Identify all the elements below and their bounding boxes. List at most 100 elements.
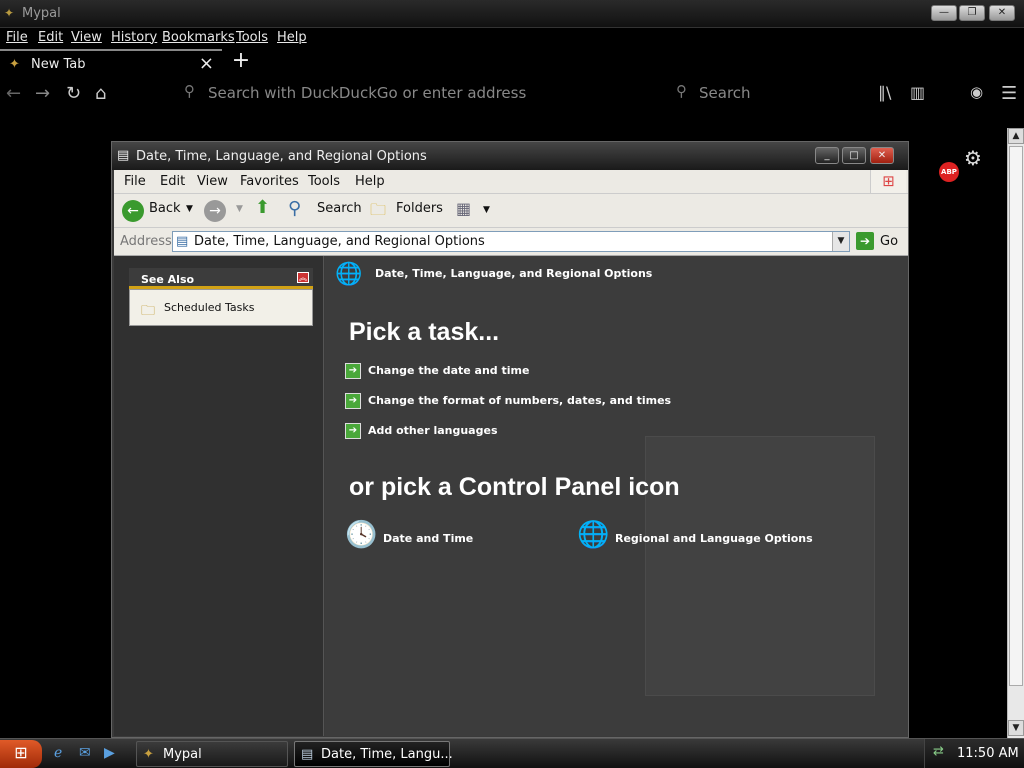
scheduled-tasks-link[interactable]: Scheduled Tasks [164, 301, 255, 314]
globe-calendar-icon: 🌐 [335, 262, 363, 287]
search-bar-icon: ⚲ [676, 82, 687, 100]
explorer-close-button[interactable]: ✕ [870, 147, 894, 164]
adblock-icon[interactable]: ABP [939, 162, 959, 182]
taskbar-mypal-button[interactable]: ✦ Mypal [136, 741, 288, 767]
menu-bookmarks[interactable]: Bookmarks [162, 30, 235, 45]
folders-icon: 🗀 [370, 200, 387, 219]
explorer-menubar: File Edit View Favorites Tools Help ⊞ [114, 170, 908, 194]
explorer-toolbar: ← Back ▼ → ▼ ⬆ ⚲ Search 🗀 Folders ▦ ▼ [114, 194, 908, 228]
see-also-header: See Also [129, 268, 313, 289]
main-content: 🌐 Date, Time, Language, and Regional Opt… [325, 256, 908, 736]
explorer-maximize-button[interactable]: □ [842, 147, 866, 164]
clock[interactable]: 11:50 AM [957, 746, 1019, 761]
views-icon[interactable]: ▦ [456, 199, 471, 218]
windows-logo-icon: ⊞ [870, 170, 906, 193]
reload-icon[interactable]: ↻ [66, 83, 81, 104]
tab-close-icon[interactable]: × [199, 53, 214, 74]
control-panel-heading: or pick a Control Panel icon [349, 473, 680, 501]
date-and-time-label: Date and Time [383, 532, 474, 545]
menu-edit[interactable]: Edit [38, 30, 63, 45]
xp-menu-edit[interactable]: Edit [160, 174, 185, 189]
browser-menubar: File Edit View History Bookmarks Tools H… [0, 28, 1024, 48]
see-also-body: 🗀 Scheduled Tasks [129, 289, 313, 326]
clock-calendar-icon: 🕓 [345, 520, 378, 550]
category-title: Date, Time, Language, and Regional Optio… [375, 267, 653, 280]
regional-language-label: Regional and Language Options [615, 532, 813, 545]
back-arrow-icon[interactable]: ← [6, 83, 21, 104]
xp-menu-favorites[interactable]: Favorites [240, 174, 299, 189]
minimize-button[interactable]: — [931, 5, 957, 21]
views-dropdown-icon[interactable]: ▼ [483, 205, 490, 215]
gear-icon[interactable]: ⚙ [964, 146, 982, 170]
left-task-pane: See Also ︽ 🗀 Scheduled Tasks [114, 256, 324, 736]
forward-circle-icon[interactable]: → [204, 200, 226, 222]
xp-menu-file[interactable]: File [124, 174, 146, 189]
search-icon: ⚲ [184, 82, 195, 100]
start-button[interactable]: ⊞ [0, 740, 42, 768]
privacy-mask-icon[interactable]: ◉ [970, 83, 983, 101]
menu-history[interactable]: History [111, 30, 157, 45]
scrollbar-thumb[interactable] [1009, 146, 1023, 686]
task-label: Change the date and time [368, 364, 530, 377]
system-tray: ⇄ 11:50 AM [924, 739, 1024, 768]
search-toolbar-icon: ⚲ [288, 198, 302, 219]
back-button[interactable]: Back [149, 201, 181, 216]
explorer-minimize-button[interactable]: _ [815, 147, 839, 164]
task-arrow-icon: ➔ [345, 363, 361, 379]
menu-view[interactable]: View [71, 30, 102, 45]
scroll-up-icon[interactable]: ▲ [1008, 128, 1024, 144]
address-bar: Address ▤ Date, Time, Language, and Regi… [114, 228, 908, 256]
explorer-window: ▤ Date, Time, Language, and Regional Opt… [111, 141, 909, 738]
mypal-logo-icon: ✦ [4, 6, 15, 20]
library-icon[interactable]: ∥\ [878, 83, 891, 102]
mypal-taskbar-icon: ✦ [143, 747, 154, 762]
url-placeholder: Search with DuckDuckGo or enter address [208, 84, 527, 102]
back-dropdown-icon[interactable]: ▼ [186, 204, 193, 214]
scroll-down-icon[interactable]: ▼ [1008, 720, 1024, 736]
hamburger-menu-icon[interactable]: ☰ [1001, 83, 1017, 104]
xp-menu-view[interactable]: View [197, 174, 228, 189]
tab-label: New Tab [31, 57, 86, 72]
see-also-panel: See Also ︽ 🗀 Scheduled Tasks [129, 268, 313, 328]
tab-new-tab[interactable]: ✦ New Tab × [0, 49, 222, 75]
browser-titlebar: ✦ Mypal — ❐ ✕ [0, 0, 1024, 28]
restore-button[interactable]: ❐ [959, 5, 985, 21]
menu-file[interactable]: File [6, 30, 28, 45]
regional-language-item[interactable]: 🌐 Regional and Language Options [577, 520, 837, 554]
collapse-icon[interactable]: ︽ [297, 272, 309, 283]
close-button[interactable]: ✕ [989, 5, 1015, 21]
network-icon[interactable]: ⇄ [933, 744, 944, 759]
control-panel-taskbar-icon: ▤ [301, 747, 314, 762]
outlook-icon[interactable]: ✉ [79, 745, 97, 763]
xp-menu-tools[interactable]: Tools [308, 174, 340, 189]
search-bar[interactable]: ⚲ Search [672, 80, 872, 106]
control-panel-icon: ▤ [117, 148, 130, 163]
ie-icon[interactable]: ℯ [54, 745, 72, 763]
address-dropdown-icon[interactable]: ▼ [832, 232, 849, 251]
address-folder-icon: ▤ [176, 234, 189, 249]
taskbar-control-panel-label: Date, Time, Langu... [321, 747, 453, 762]
back-circle-icon[interactable]: ← [122, 200, 144, 222]
menu-help[interactable]: Help [277, 30, 307, 45]
sidebar-icon[interactable]: ▥ [910, 83, 925, 102]
address-label: Address [120, 234, 172, 249]
taskbar-control-panel-button[interactable]: ▤ Date, Time, Langu... [294, 741, 453, 767]
xp-menu-help[interactable]: Help [355, 174, 385, 189]
url-bar[interactable]: ⚲ Search with DuckDuckGo or enter addres… [180, 80, 660, 106]
task-arrow-icon: ➔ [345, 423, 361, 439]
up-folder-icon[interactable]: ⬆ [255, 197, 270, 218]
forward-dropdown-icon[interactable]: ▼ [236, 204, 243, 214]
page-scrollbar[interactable]: ▲ ▼ [1007, 128, 1024, 738]
address-input[interactable]: ▤ Date, Time, Language, and Regional Opt… [172, 231, 850, 252]
home-icon[interactable]: ⌂ [95, 83, 106, 104]
menu-tools[interactable]: Tools [236, 30, 268, 45]
new-tab-plus-icon[interactable]: + [231, 48, 251, 73]
pick-task-heading: Pick a task... [349, 318, 500, 346]
task-arrow-icon: ➔ [345, 393, 361, 409]
date-and-time-item[interactable]: 🕓 Date and Time [345, 520, 545, 554]
search-button[interactable]: Search [317, 201, 362, 216]
media-player-icon[interactable]: ▶ [104, 745, 122, 763]
go-button[interactable]: ➔ Go [856, 232, 904, 252]
folders-button[interactable]: Folders [396, 201, 443, 216]
forward-arrow-icon[interactable]: → [35, 83, 50, 104]
